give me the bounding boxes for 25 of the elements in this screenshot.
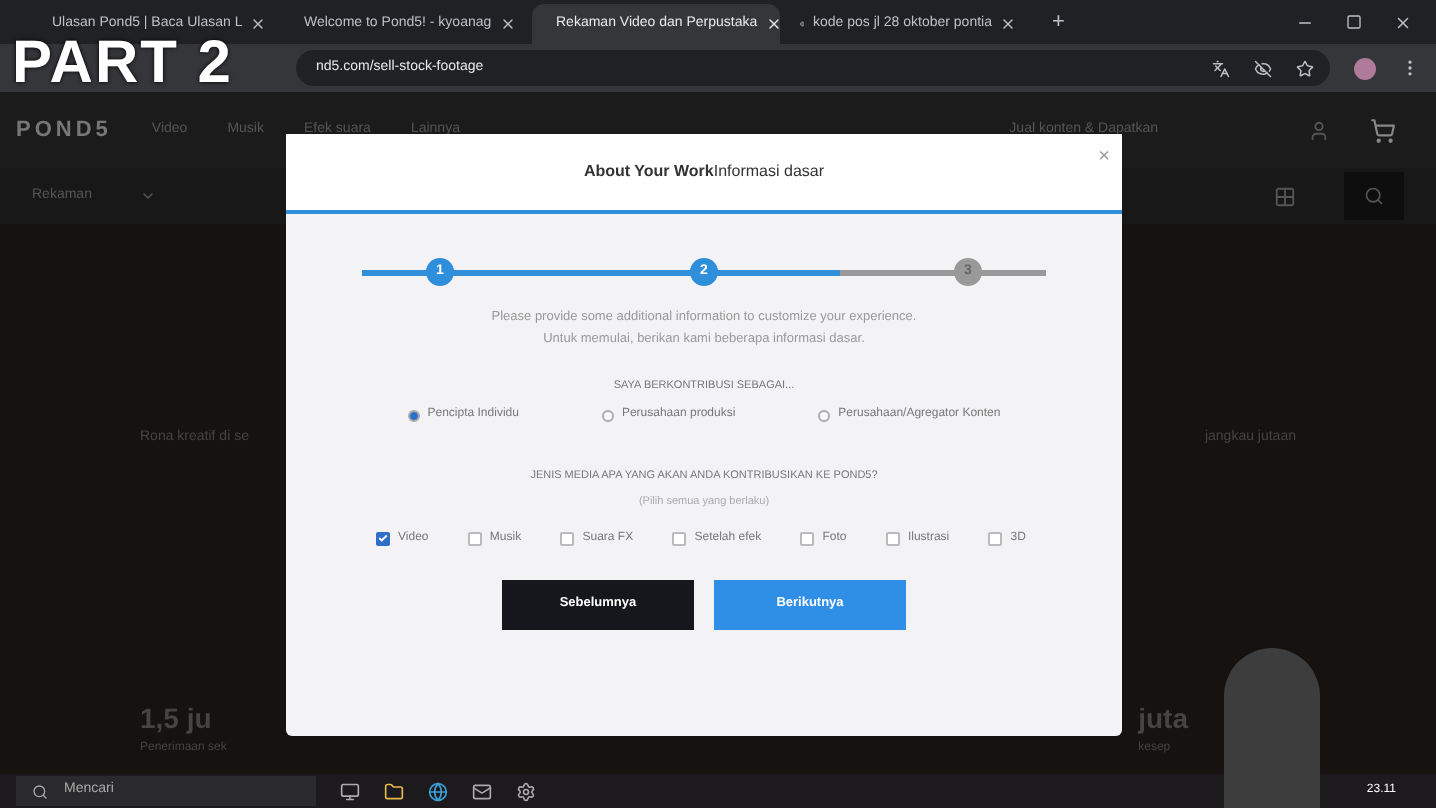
translate-icon[interactable]: [1212, 59, 1230, 77]
search-icon: [32, 783, 48, 799]
close-icon[interactable]: [1394, 13, 1412, 31]
folder-icon[interactable]: [384, 781, 404, 801]
eye-off-icon[interactable]: [1254, 59, 1272, 77]
close-icon[interactable]: [1000, 16, 1016, 32]
profile-avatar[interactable]: [1354, 57, 1376, 79]
modal-title: About Your WorkInformasi dasar: [583, 160, 825, 184]
cart-icon[interactable]: [1370, 117, 1396, 143]
close-icon[interactable]: [250, 16, 267, 32]
video-overlay-title: PART 2: [12, 34, 233, 94]
caret-icon: [139, 188, 156, 204]
search-icon: [1364, 186, 1384, 206]
browser-icon[interactable]: [428, 781, 448, 801]
new-tab-button[interactable]: +: [1036, 5, 1081, 39]
maximize-icon[interactable]: [1346, 14, 1362, 30]
task-view-icon[interactable]: [340, 781, 360, 801]
close-button[interactable]: ×: [1098, 142, 1110, 172]
bookmark-star-icon[interactable]: [1296, 59, 1314, 77]
settings-icon[interactable]: [516, 781, 536, 801]
close-icon[interactable]: [765, 16, 782, 32]
site-logo[interactable]: POND5: [16, 113, 112, 147]
image-search-icon[interactable]: [1274, 185, 1296, 207]
close-icon[interactable]: [499, 16, 516, 32]
mail-icon[interactable]: [472, 781, 492, 801]
